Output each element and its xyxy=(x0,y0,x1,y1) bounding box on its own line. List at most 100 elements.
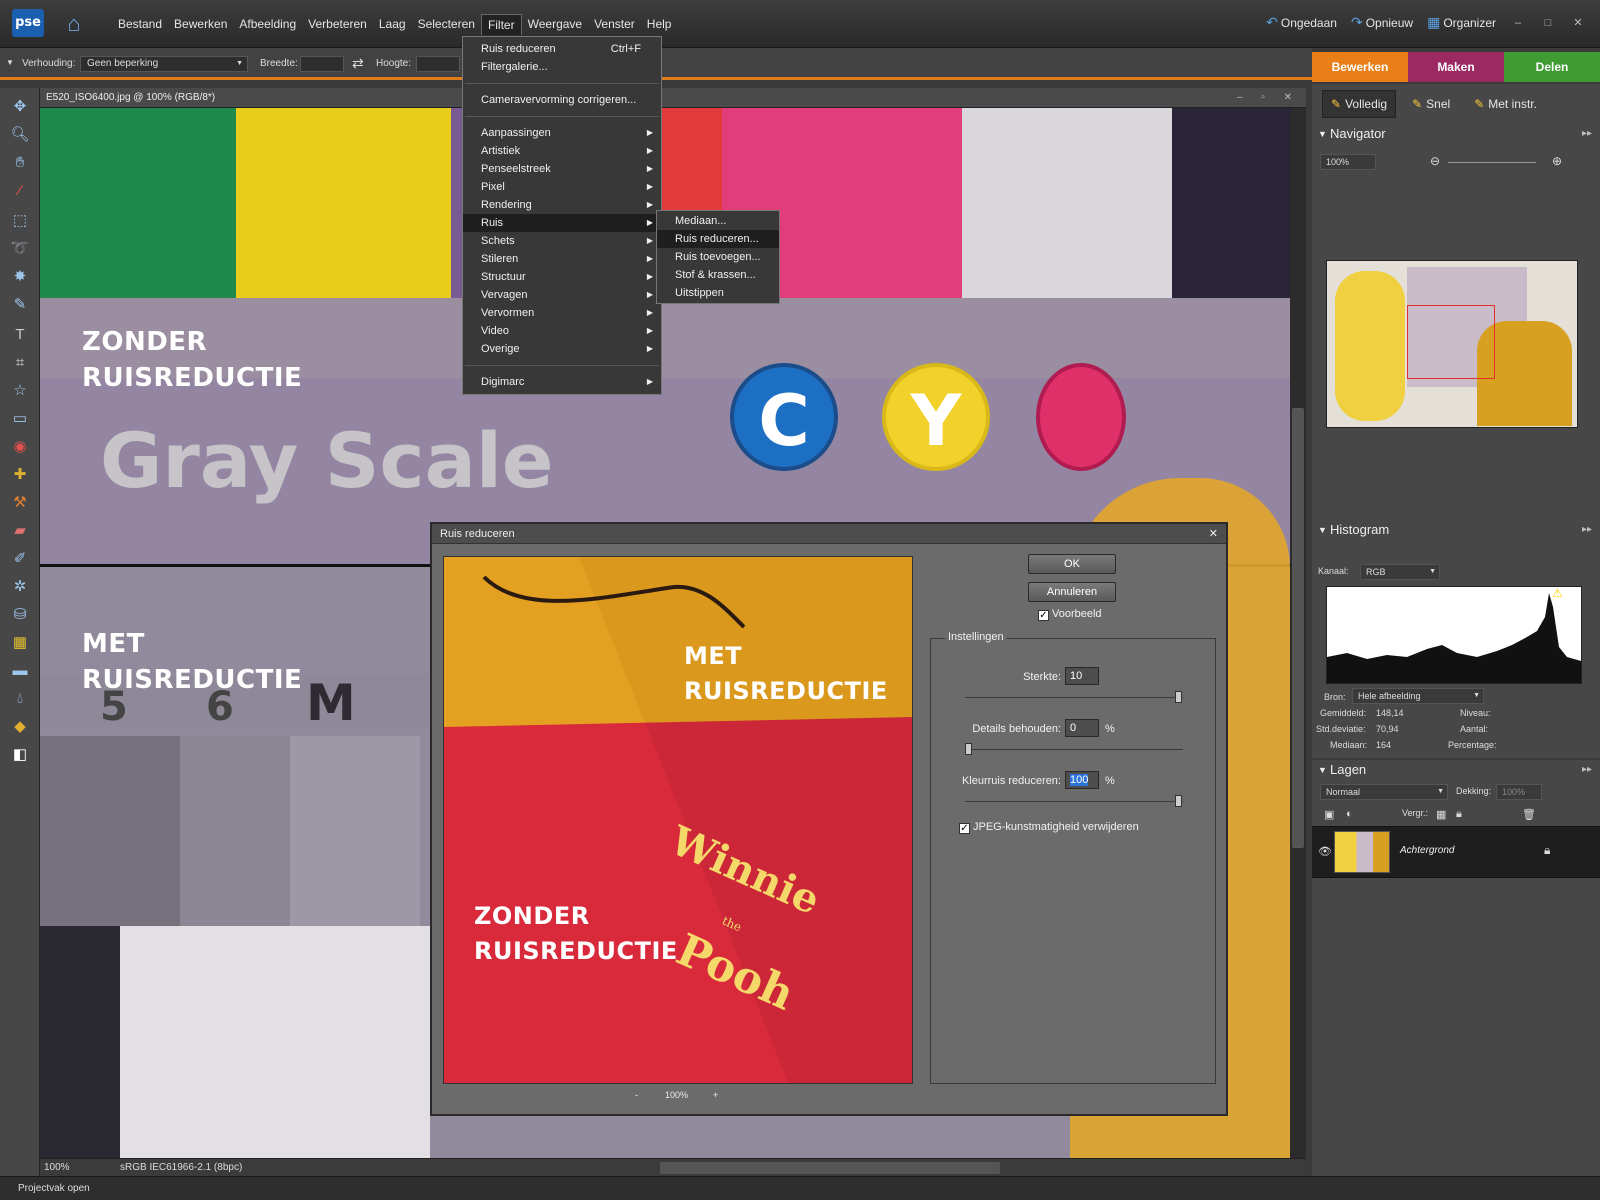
layer-row-background[interactable]: 👁︎ Achtergrond 🔒︎ xyxy=(1312,826,1600,878)
scrollbar-thumb[interactable] xyxy=(1292,408,1304,848)
menu-bestand[interactable]: Bestand xyxy=(112,14,168,35)
shape-tool-icon[interactable]: ▬ xyxy=(8,660,32,682)
navigator-zoom-field[interactable]: 100% xyxy=(1320,154,1376,170)
color-noise-slider-knob[interactable] xyxy=(1175,795,1182,807)
details-slider-knob[interactable] xyxy=(965,743,972,755)
dialog-preview[interactable]: MET RUISREDUCTIE ZONDER RUISREDUCTIE Win… xyxy=(443,556,913,1084)
menu-item-vervagen[interactable]: Vervagen ▶ xyxy=(463,286,661,304)
straighten-tool-icon[interactable]: ▭ xyxy=(8,408,32,430)
zoom-in-button[interactable]: + xyxy=(713,1084,718,1106)
eraser-tool-icon[interactable]: ▰ xyxy=(8,520,32,542)
navigator-zoom-slider[interactable] xyxy=(1448,162,1536,163)
zoom-in-icon[interactable]: ⊕ xyxy=(1552,154,1562,168)
tab-edit[interactable]: Bewerken xyxy=(1312,52,1408,82)
menu-item-rendering[interactable]: Rendering ▶ xyxy=(463,196,661,214)
vertical-scrollbar[interactable] xyxy=(1290,108,1306,1158)
lock-transparency-icon[interactable]: ▦ xyxy=(1436,808,1446,821)
navigator-header[interactable]: ▼ Navigator ▸▸ xyxy=(1312,124,1600,144)
gradient-tool-icon[interactable]: ▦ xyxy=(8,632,32,654)
histogram-header[interactable]: ▼ Histogram ▸▸ xyxy=(1312,520,1600,540)
menu-afbeelding[interactable]: Afbeelding xyxy=(233,14,302,35)
cancel-button[interactable]: Annuleren xyxy=(1028,582,1116,602)
marquee-tool-icon[interactable]: ⬚ xyxy=(8,210,32,232)
dialog-close-icon[interactable]: ✕ xyxy=(1209,524,1218,544)
zoom-out-button[interactable]: - xyxy=(635,1084,638,1106)
submenu-item-ruis-reduceren[interactable]: Ruis reduceren... xyxy=(657,230,779,248)
ok-button[interactable]: OK xyxy=(1028,554,1116,574)
menu-weergave[interactable]: Weergave xyxy=(522,14,588,35)
subtab-full[interactable]: ✎ Volledig xyxy=(1322,90,1397,118)
red-eye-tool-icon[interactable]: ◉ xyxy=(8,436,32,458)
menu-item-filtergalerie[interactable]: Filtergalerie... xyxy=(463,58,661,76)
channel-select[interactable]: RGB ▼ xyxy=(1360,564,1440,580)
crop-tool-icon[interactable]: ⌗ xyxy=(8,352,32,374)
height-input[interactable] xyxy=(416,56,460,72)
redo-button[interactable]: ↷ Opnieuw xyxy=(1351,14,1413,31)
menu-item-overige[interactable]: Overige ▶ xyxy=(463,340,661,358)
layers-header[interactable]: ▼ Lagen ▸▸ xyxy=(1312,760,1600,780)
blur-tool-icon[interactable]: 💧︎ xyxy=(8,688,32,710)
new-layer-icon[interactable]: ▣ xyxy=(1324,808,1334,821)
close-icon[interactable]: ✕ xyxy=(1570,16,1586,29)
lasso-tool-icon[interactable]: ➰ xyxy=(8,238,32,260)
menu-item-ruis-reduceren[interactable]: Ruis reduceren Ctrl+F xyxy=(463,40,661,58)
menu-item-artistiek[interactable]: Artistiek ▶ xyxy=(463,142,661,160)
strength-input[interactable]: 10 xyxy=(1065,667,1099,685)
minimize-icon[interactable]: – xyxy=(1510,17,1526,29)
eyedropper-tool-icon[interactable]: ⁄ xyxy=(8,180,32,202)
move-tool-icon[interactable]: ✥ xyxy=(8,96,32,118)
delete-layer-icon[interactable]: 🗑︎ xyxy=(1522,808,1536,821)
menu-item-aanpassingen[interactable]: Aanpassingen ▶ xyxy=(463,124,661,142)
maximize-icon[interactable]: □ xyxy=(1540,17,1556,29)
preview-checkbox[interactable]: ✓ Voorbeeld xyxy=(1038,608,1102,621)
subtab-guided[interactable]: ✎ Met instr. xyxy=(1466,91,1545,117)
undo-button[interactable]: ↶ Ongedaan xyxy=(1266,14,1337,31)
width-input[interactable] xyxy=(300,56,344,72)
clone-stamp-tool-icon[interactable]: ⚒ xyxy=(8,492,32,514)
home-icon[interactable]: ⌂ xyxy=(60,11,88,37)
jpeg-artifact-checkbox[interactable]: ✓ JPEG-kunstmatigheid verwijderen xyxy=(959,821,1139,834)
menu-item-video[interactable]: Video ▶ xyxy=(463,322,661,340)
panel-menu-icon[interactable]: ▸▸ xyxy=(1582,124,1592,144)
document-tab[interactable]: E520_ISO6400.jpg @ 100% (RGB/8*) – ▫ ✕ xyxy=(40,88,1306,108)
menu-venster[interactable]: Venster xyxy=(588,14,641,35)
layer-visibility-eye-icon[interactable]: 👁︎ xyxy=(1318,845,1332,858)
submenu-item-ruis-toevoegen[interactable]: Ruis toevoegen... xyxy=(657,248,779,266)
menu-item-ruis[interactable]: Ruis ▶ xyxy=(463,214,661,232)
menu-item-structuur[interactable]: Structuur ▶ xyxy=(463,268,661,286)
panel-menu-icon[interactable]: ▸▸ xyxy=(1582,760,1592,780)
document-window-controls[interactable]: – ▫ ✕ xyxy=(1237,88,1300,108)
menu-bewerken[interactable]: Bewerken xyxy=(168,14,233,35)
menu-filter[interactable]: Filter xyxy=(480,14,522,35)
blend-mode-select[interactable]: Normaal ▼ xyxy=(1320,784,1448,800)
panel-menu-icon[interactable]: ▸▸ xyxy=(1582,520,1592,540)
lock-all-icon[interactable]: 🔒︎ xyxy=(1456,808,1462,821)
menu-item-schets[interactable]: Schets ▶ xyxy=(463,232,661,250)
horizontal-scrollbar[interactable] xyxy=(660,1162,1000,1174)
magic-wand-tool-icon[interactable]: ✸ xyxy=(8,266,32,288)
source-select[interactable]: Hele afbeelding ▼ xyxy=(1352,688,1484,704)
menu-selecteren[interactable]: Selecteren xyxy=(412,14,481,35)
dialog-titlebar[interactable]: Ruis reduceren ✕ xyxy=(432,524,1226,544)
navigator-thumbnail[interactable] xyxy=(1326,260,1578,428)
adjustment-layer-icon[interactable]: ◐ xyxy=(1346,808,1353,820)
submenu-item-mediaan[interactable]: Mediaan... xyxy=(657,212,779,230)
menu-laag[interactable]: Laag xyxy=(373,14,412,35)
status-zoom[interactable]: 100% xyxy=(44,1159,70,1177)
menu-item-vervormen[interactable]: Vervormen ▶ xyxy=(463,304,661,322)
sponge-tool-icon[interactable]: ◆ xyxy=(8,716,32,738)
tab-make[interactable]: Maken xyxy=(1408,52,1504,82)
opacity-field[interactable]: 100% xyxy=(1496,784,1542,800)
menu-verbeteren[interactable]: Verbeteren xyxy=(302,14,373,35)
menu-item-digimarc[interactable]: Digimarc ▶ xyxy=(463,373,661,391)
subtab-quick[interactable]: ✎ Snel xyxy=(1404,91,1458,117)
warning-icon[interactable]: ⚠ xyxy=(1552,586,1563,600)
color-swatches-icon[interactable]: ◧ xyxy=(8,744,32,766)
menu-item-penseelstreek[interactable]: Penseelstreek ▶ xyxy=(463,160,661,178)
tool-preset-icon[interactable]: ▼ xyxy=(6,58,14,67)
menu-help[interactable]: Help xyxy=(641,14,678,35)
strength-slider-knob[interactable] xyxy=(1175,691,1182,703)
details-slider[interactable] xyxy=(965,743,1183,755)
paint-bucket-tool-icon[interactable]: ⛁ xyxy=(8,604,32,626)
type-tool-icon[interactable]: T xyxy=(8,324,32,346)
